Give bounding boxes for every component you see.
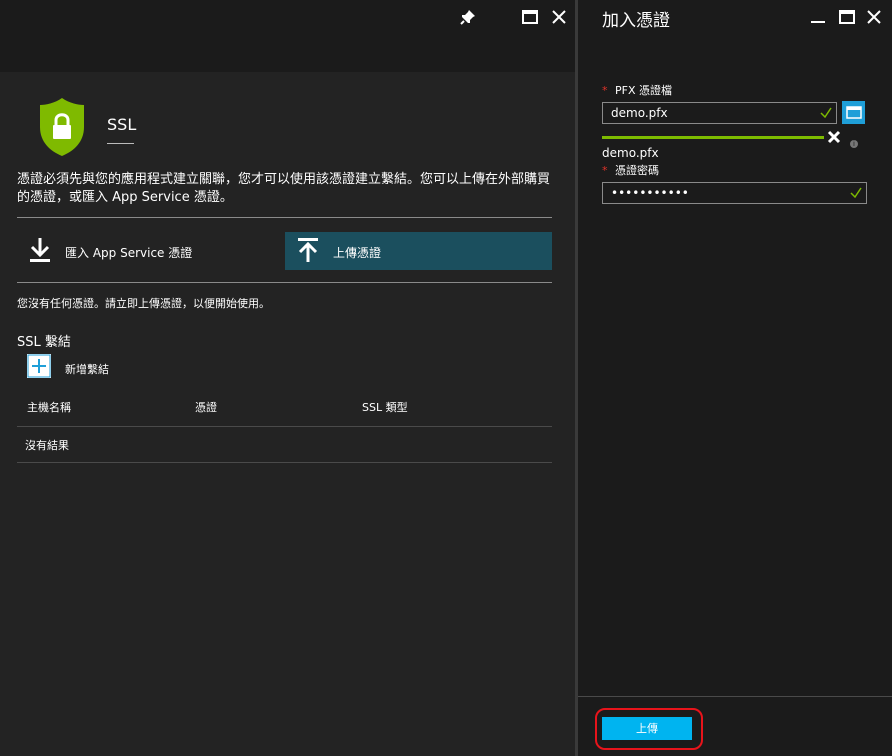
pfx-label-text: PFX 憑證檔 <box>615 84 672 97</box>
table-bottom-divider <box>17 462 552 463</box>
pfx-field-label: * PFX 憑證檔 <box>602 82 672 98</box>
download-icon <box>30 238 50 262</box>
column-header-certificate[interactable]: 憑證 <box>195 399 217 415</box>
required-asterisk: * <box>602 84 608 97</box>
ssl-bindings-title: SSL 繫結 <box>17 335 71 350</box>
upload-button-label: 上傳憑證 <box>333 246 382 260</box>
ssl-blade-header <box>0 0 575 72</box>
password-field-label: * 憑證密碼 <box>602 162 659 178</box>
upload-cert-button[interactable]: 上傳憑證 <box>285 232 552 270</box>
blade-title: 加入憑證 <box>602 11 670 31</box>
divider <box>17 217 552 218</box>
page-title: SSL <box>107 115 137 134</box>
cancel-upload-icon[interactable] <box>827 130 841 144</box>
footer-divider <box>578 696 892 697</box>
close-icon[interactable] <box>549 7 569 27</box>
ssl-blade: SSL 憑證必須先與您的應用程式建立關聯，您才可以使用該憑證建立繫結。您可以上傳… <box>0 0 575 756</box>
checkmark-icon <box>820 107 832 119</box>
pin-icon[interactable] <box>458 7 478 27</box>
password-input[interactable]: ••••••••••• <box>602 182 867 204</box>
ssl-description: 憑證必須先與您的應用程式建立關聯，您才可以使用該憑證建立繫結。您可以上傳在外部購… <box>17 172 551 205</box>
password-value: ••••••••••• <box>611 186 689 200</box>
add-certificate-blade: 加入憑證 * PFX 憑證檔 demo.pfx i demo.pfx * 憑證密… <box>578 0 892 756</box>
add-binding-label[interactable]: 新增繫結 <box>65 361 109 377</box>
close-icon[interactable] <box>864 7 884 27</box>
maximize-icon[interactable] <box>837 7 857 27</box>
pfx-file-value: demo.pfx <box>611 106 668 120</box>
table-header-divider <box>17 426 552 427</box>
upload-icon <box>298 238 318 262</box>
required-asterisk: * <box>602 164 608 177</box>
add-binding-button[interactable] <box>27 354 51 378</box>
maximize-icon[interactable] <box>520 7 540 27</box>
title-underline <box>107 143 134 144</box>
password-label-text: 憑證密碼 <box>615 164 659 177</box>
checkmark-icon <box>850 187 862 199</box>
no-certs-message: 您沒有任何憑證。請立即上傳憑證，以便開始使用。 <box>17 297 270 310</box>
folder-icon <box>846 106 862 119</box>
info-icon[interactable]: i <box>850 140 858 148</box>
import-button-label: 匯入 App Service 憑證 <box>65 246 193 260</box>
minimize-icon[interactable] <box>808 7 828 27</box>
column-header-ssl-type[interactable]: SSL 類型 <box>362 399 408 415</box>
browse-file-button[interactable] <box>842 101 865 124</box>
empty-table-message: 沒有結果 <box>25 439 69 452</box>
uploaded-file-name: demo.pfx <box>602 146 659 160</box>
import-app-service-cert-button[interactable]: 匯入 App Service 憑證 <box>17 232 282 270</box>
upload-progress-bar <box>602 136 824 139</box>
pfx-file-input[interactable]: demo.pfx <box>602 102 837 124</box>
column-header-hostname[interactable]: 主機名稱 <box>27 399 71 415</box>
plus-icon <box>27 354 51 378</box>
shield-lock-icon <box>40 98 84 156</box>
divider <box>17 282 552 283</box>
upload-button[interactable]: 上傳 <box>602 717 692 740</box>
